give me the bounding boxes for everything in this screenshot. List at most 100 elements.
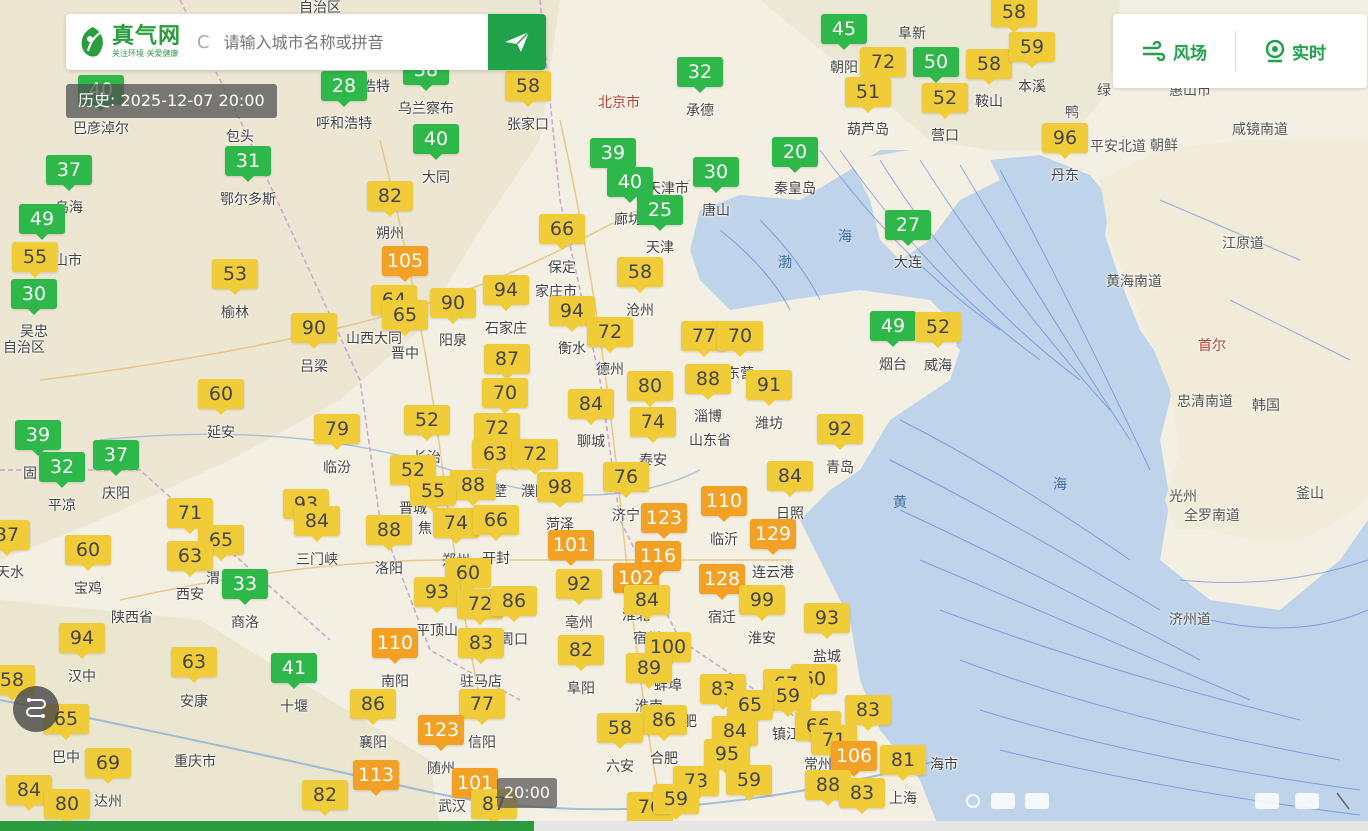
aqi-marker[interactable]: 84 xyxy=(568,389,614,425)
aqi-marker[interactable]: 30 xyxy=(11,279,57,315)
aqi-marker[interactable]: 106 xyxy=(831,741,877,777)
aqi-marker[interactable]: 53 xyxy=(212,259,258,295)
aqi-marker[interactable]: 65 xyxy=(382,300,428,336)
aqi-marker[interactable]: 94 xyxy=(59,623,105,659)
aqi-marker[interactable]: 86 xyxy=(350,689,396,725)
aqi-marker[interactable]: 31 xyxy=(225,146,271,182)
aqi-marker[interactable]: 92 xyxy=(556,569,602,605)
aqi-marker[interactable]: 33 xyxy=(222,569,268,605)
aqi-marker[interactable]: 55 xyxy=(410,476,456,512)
aqi-marker[interactable]: 69 xyxy=(85,748,131,784)
aqi-marker[interactable]: 101 xyxy=(548,530,594,566)
aqi-marker[interactable]: 86 xyxy=(491,586,537,622)
aqi-marker[interactable]: 32 xyxy=(677,57,723,93)
aqi-marker[interactable]: 59 xyxy=(726,765,772,801)
aqi-marker[interactable]: 58 xyxy=(966,49,1012,85)
aqi-marker[interactable]: 93 xyxy=(804,603,850,639)
aqi-marker[interactable]: 45 xyxy=(821,14,867,50)
aqi-marker[interactable]: 83 xyxy=(458,628,504,664)
aqi-marker[interactable]: 58 xyxy=(617,257,663,293)
aqi-marker[interactable]: 89 xyxy=(626,653,672,689)
aqi-marker[interactable]: 39 xyxy=(15,420,61,456)
aqi-marker[interactable]: 30 xyxy=(693,157,739,193)
wind-field-button[interactable]: 风场 xyxy=(1113,39,1235,64)
aqi-marker[interactable]: 25 xyxy=(637,195,683,231)
aqi-marker[interactable]: 51 xyxy=(845,77,891,113)
aqi-marker[interactable]: 66 xyxy=(473,505,519,541)
playback-controls[interactable] xyxy=(965,785,1355,817)
aqi-marker[interactable]: 88 xyxy=(450,470,496,506)
aqi-marker[interactable]: 27 xyxy=(885,210,931,246)
aqi-marker[interactable]: 70 xyxy=(482,378,528,414)
aqi-marker[interactable]: 37 xyxy=(0,520,30,556)
aqi-marker[interactable]: 123 xyxy=(418,715,464,751)
aqi-marker[interactable]: 63 xyxy=(171,647,217,683)
aqi-marker[interactable]: 84 xyxy=(294,506,340,542)
aqi-marker[interactable]: 83 xyxy=(839,778,885,814)
search-submit-button[interactable] xyxy=(488,14,546,70)
aqi-marker[interactable]: 40 xyxy=(413,124,459,160)
aqi-marker[interactable]: 110 xyxy=(372,628,418,664)
aqi-marker[interactable]: 92 xyxy=(817,414,863,450)
aqi-marker[interactable]: 58 xyxy=(505,71,551,107)
aqi-marker[interactable]: 72 xyxy=(860,47,906,83)
aqi-marker[interactable]: 60 xyxy=(65,535,111,571)
aqi-marker[interactable]: 66 xyxy=(539,214,585,250)
aqi-marker[interactable]: 41 xyxy=(271,653,317,689)
aqi-marker[interactable]: 113 xyxy=(353,760,399,796)
aqi-marker[interactable]: 79 xyxy=(314,414,360,450)
aqi-marker[interactable]: 71 xyxy=(167,498,213,534)
aqi-marker[interactable]: 63 xyxy=(167,541,213,577)
aqi-marker[interactable]: 58 xyxy=(597,713,643,749)
aqi-marker[interactable]: 96 xyxy=(1042,123,1088,159)
aqi-marker[interactable]: 58 xyxy=(991,0,1037,33)
aqi-marker[interactable]: 52 xyxy=(915,312,961,348)
aqi-marker[interactable]: 93 xyxy=(414,577,460,613)
aqi-marker[interactable]: 80 xyxy=(627,371,673,407)
aqi-marker[interactable]: 90 xyxy=(430,288,476,324)
aqi-marker[interactable]: 28 xyxy=(321,71,367,107)
aqi-marker[interactable]: 80 xyxy=(44,789,90,825)
aqi-marker[interactable]: 84 xyxy=(767,461,813,497)
aqi-marker[interactable]: 87 xyxy=(484,344,530,380)
aqi-marker[interactable]: 88 xyxy=(366,515,412,551)
timeline-bar[interactable] xyxy=(0,821,1368,831)
aqi-marker[interactable]: 60 xyxy=(198,379,244,415)
aqi-marker[interactable]: 37 xyxy=(93,440,139,476)
aqi-marker[interactable]: 129 xyxy=(750,519,796,555)
aqi-marker[interactable]: 55 xyxy=(12,242,58,278)
aqi-marker[interactable]: 77 xyxy=(459,689,505,725)
aqi-marker[interactable]: 82 xyxy=(558,635,604,671)
aqi-marker[interactable]: 99 xyxy=(739,585,785,621)
aqi-marker[interactable]: 40 xyxy=(607,167,653,203)
air-quality-map[interactable]: 自治区 呼和浩特 乌兰察布张家口 北京市承德 阜新朝阳葫芦岛 营口 鞍山本溪丹东 巴彦淖尔包头… xyxy=(0,0,1368,831)
aqi-marker[interactable]: 70 xyxy=(717,321,763,357)
aqi-marker[interactable]: 105 xyxy=(382,246,428,282)
aqi-marker[interactable]: 49 xyxy=(19,204,65,240)
aqi-marker[interactable]: 91 xyxy=(746,370,792,406)
aqi-marker[interactable]: 49 xyxy=(870,311,916,347)
aqi-marker[interactable]: 59 xyxy=(1009,32,1055,68)
aqi-marker[interactable]: 59 xyxy=(653,784,699,820)
aqi-marker[interactable]: 123 xyxy=(641,503,687,539)
aqi-marker[interactable]: 76 xyxy=(603,462,649,498)
aqi-marker[interactable]: 72 xyxy=(587,317,633,353)
aqi-marker[interactable]: 32 xyxy=(39,452,85,488)
aqi-marker[interactable]: 20 xyxy=(772,137,818,173)
aqi-marker[interactable]: 84 xyxy=(624,585,670,621)
aqi-marker[interactable]: 86 xyxy=(641,705,687,741)
site-logo[interactable]: 真气网 关注环境 关爱健康 xyxy=(78,25,181,59)
realtime-button[interactable]: 实时 xyxy=(1236,39,1354,64)
aqi-marker[interactable]: 72 xyxy=(512,439,558,475)
aqi-marker[interactable]: 81 xyxy=(880,745,926,781)
aqi-marker[interactable]: 74 xyxy=(630,407,676,443)
aqi-marker[interactable]: 39 xyxy=(590,138,636,174)
aqi-marker[interactable]: 82 xyxy=(367,181,413,217)
aqi-marker[interactable]: 52 xyxy=(404,405,450,441)
aqi-marker[interactable]: 50 xyxy=(913,47,959,83)
aqi-marker[interactable]: 98 xyxy=(537,472,583,508)
aqi-marker[interactable]: 83 xyxy=(845,695,891,731)
aqi-marker[interactable]: 110 xyxy=(701,486,747,522)
aqi-marker[interactable]: 90 xyxy=(291,313,337,349)
aqi-marker[interactable]: 37 xyxy=(46,155,92,191)
